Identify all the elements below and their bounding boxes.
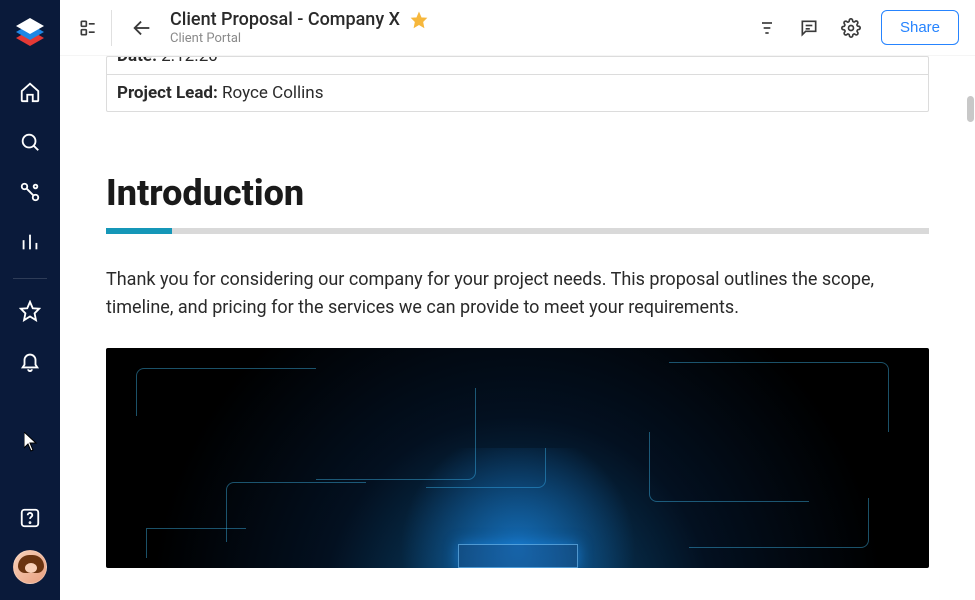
meta-row-lead: Project Lead: Royce Collins (107, 75, 928, 111)
share-button[interactable]: Share (881, 10, 959, 45)
settings-icon[interactable] (833, 10, 869, 46)
app-logo[interactable] (13, 12, 47, 46)
favorites-icon[interactable] (12, 293, 48, 329)
relations-icon[interactable] (12, 174, 48, 210)
notifications-icon[interactable] (12, 343, 48, 379)
meta-label: Project Lead: (117, 83, 218, 103)
meta-box: Date: 2.12.20 Project Lead: Royce Collin… (106, 56, 929, 112)
section-underline (106, 228, 929, 234)
outline-icon[interactable] (76, 10, 112, 46)
section-heading: Introduction (106, 172, 929, 214)
search-icon[interactable] (12, 124, 48, 160)
star-icon[interactable] (410, 11, 428, 29)
section-body: Thank you for considering our company fo… (106, 266, 929, 322)
page-title: Client Proposal - Company X (170, 9, 400, 30)
hero-image (106, 348, 929, 568)
home-icon[interactable] (12, 74, 48, 110)
avatar[interactable] (13, 550, 47, 584)
charts-icon[interactable] (12, 224, 48, 260)
meta-row-date: Date: 2.12.20 (107, 57, 928, 75)
toc-icon[interactable] (749, 10, 785, 46)
meta-label: Date: (117, 57, 157, 66)
meta-value: Royce Collins (222, 83, 323, 103)
content: Date: 2.12.20 Project Lead: Royce Collin… (60, 56, 975, 600)
comments-icon[interactable] (791, 10, 827, 46)
breadcrumb[interactable]: Client Portal (170, 31, 428, 46)
meta-value: 2.12.20 (161, 57, 218, 66)
help-icon[interactable] (12, 500, 48, 536)
title-block: Client Proposal - Company X Client Porta… (170, 9, 428, 46)
sidebar-divider (13, 278, 47, 279)
sidebar (0, 0, 60, 600)
topbar: Client Proposal - Company X Client Porta… (60, 0, 975, 56)
back-button[interactable] (124, 10, 160, 46)
scrollbar-thumb[interactable] (967, 96, 974, 122)
